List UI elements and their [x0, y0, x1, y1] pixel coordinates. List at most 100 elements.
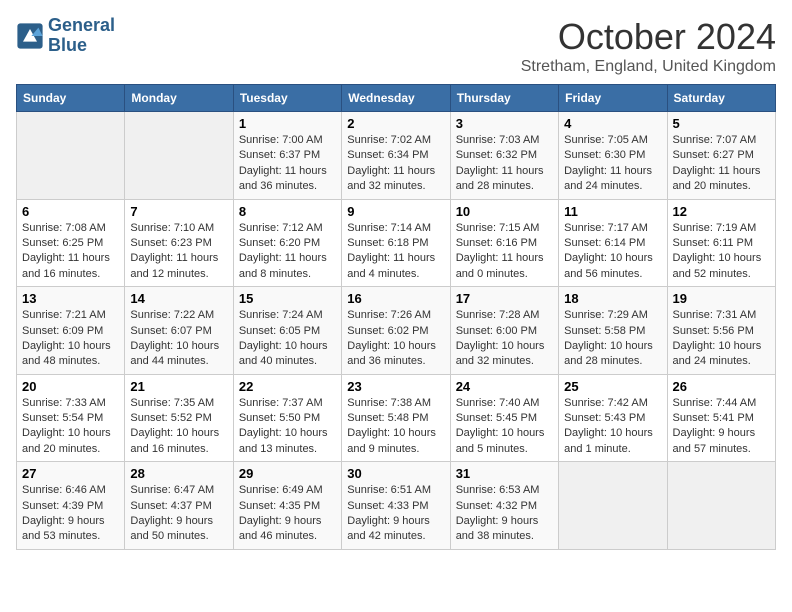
day-number: 25 — [564, 379, 661, 394]
day-number: 29 — [239, 466, 336, 481]
calendar-cell: 4 Sunrise: 7:05 AM Sunset: 6:30 PM Daylig… — [559, 112, 667, 200]
day-info: Sunrise: 7:02 AM Sunset: 6:34 PM Dayligh… — [347, 133, 444, 195]
day-number: 11 — [564, 204, 661, 219]
day-info: Sunrise: 7:35 AM Sunset: 5:52 PM Dayligh… — [130, 396, 227, 458]
day-info: Sunrise: 7:17 AM Sunset: 6:14 PM Dayligh… — [564, 221, 661, 283]
header-friday: Friday — [559, 85, 667, 112]
calendar-cell: 13 Sunrise: 7:21 AM Sunset: 6:09 PM Dayli… — [17, 287, 125, 375]
calendar-cell: 31 Sunrise: 6:53 AM Sunset: 4:32 PM Dayli… — [450, 462, 558, 550]
header-tuesday: Tuesday — [233, 85, 341, 112]
logo-line2: Blue — [48, 36, 115, 56]
calendar-cell: 9Sunrise: 7:14 AM Sunset: 6:18 PM Daylig… — [342, 199, 450, 287]
calendar-body: 1Sunrise: 7:00 AM Sunset: 6:37 PM Daylig… — [17, 112, 776, 550]
header-wednesday: Wednesday — [342, 85, 450, 112]
calendar-cell: 21Sunrise: 7:35 AM Sunset: 5:52 PM Dayli… — [125, 374, 233, 462]
day-info: Sunrise: 7:44 AM Sunset: 5:41 PM Dayligh… — [673, 396, 770, 458]
day-number: 17 — [456, 291, 553, 306]
header-monday: Monday — [125, 85, 233, 112]
day-number: 16 — [347, 291, 444, 306]
day-number: 10 — [456, 204, 553, 219]
header-saturday: Saturday — [667, 85, 775, 112]
day-number: 15 — [239, 291, 336, 306]
day-number: 20 — [22, 379, 119, 394]
calendar-cell: 22 Sunrise: 7:37 AM Sunset: 5:50 PM Dayli… — [233, 374, 341, 462]
day-number: 18 — [564, 291, 661, 306]
calendar-cell: 5 Sunrise: 7:07 AM Sunset: 6:27 PM Daylig… — [667, 112, 775, 200]
calendar-cell: 3 Sunrise: 7:03 AM Sunset: 6:32 PM Daylig… — [450, 112, 558, 200]
calendar-week-2: 6Sunrise: 7:08 AM Sunset: 6:25 PM Daylig… — [17, 199, 776, 287]
day-info: Sunrise: 7:19 AM Sunset: 6:11 PM Dayligh… — [673, 221, 770, 283]
header-sunday: Sunday — [17, 85, 125, 112]
day-number: 7 — [130, 204, 227, 219]
calendar-table: SundayMondayTuesdayWednesdayThursdayFrid… — [16, 84, 776, 550]
calendar-cell — [559, 462, 667, 550]
day-info: Sunrise: 6:53 AM Sunset: 4:32 PM Dayligh… — [456, 483, 553, 545]
day-info: Sunrise: 6:51 AM Sunset: 4:33 PM Dayligh… — [347, 483, 444, 545]
day-info: Sunrise: 7:40 AM Sunset: 5:45 PM Dayligh… — [456, 396, 553, 458]
calendar-cell: 30 Sunrise: 6:51 AM Sunset: 4:33 PM Dayli… — [342, 462, 450, 550]
day-info: Sunrise: 7:33 AM Sunset: 5:54 PM Dayligh… — [22, 396, 119, 458]
calendar-cell: 20 Sunrise: 7:33 AM Sunset: 5:54 PM Dayli… — [17, 374, 125, 462]
day-number: 19 — [673, 291, 770, 306]
day-info: Sunrise: 7:08 AM Sunset: 6:25 PM Dayligh… — [22, 221, 119, 283]
logo: General Blue — [16, 16, 115, 56]
day-number: 22 — [239, 379, 336, 394]
calendar-cell: 1Sunrise: 7:00 AM Sunset: 6:37 PM Daylig… — [233, 112, 341, 200]
day-info: Sunrise: 7:21 AM Sunset: 6:09 PM Dayligh… — [22, 308, 119, 370]
day-info: Sunrise: 7:03 AM Sunset: 6:32 PM Dayligh… — [456, 133, 553, 195]
day-info: Sunrise: 7:38 AM Sunset: 5:48 PM Dayligh… — [347, 396, 444, 458]
day-number: 4 — [564, 116, 661, 131]
day-info: Sunrise: 7:28 AM Sunset: 6:00 PM Dayligh… — [456, 308, 553, 370]
location: Stretham, England, United Kingdom — [521, 58, 776, 76]
day-number: 24 — [456, 379, 553, 394]
day-info: Sunrise: 6:49 AM Sunset: 4:35 PM Dayligh… — [239, 483, 336, 545]
day-info: Sunrise: 7:22 AM Sunset: 6:07 PM Dayligh… — [130, 308, 227, 370]
calendar-cell: 7Sunrise: 7:10 AM Sunset: 6:23 PM Daylig… — [125, 199, 233, 287]
day-number: 5 — [673, 116, 770, 131]
logo-line1: General — [48, 16, 115, 36]
day-number: 3 — [456, 116, 553, 131]
calendar-cell: 23Sunrise: 7:38 AM Sunset: 5:48 PM Dayli… — [342, 374, 450, 462]
day-info: Sunrise: 7:05 AM Sunset: 6:30 PM Dayligh… — [564, 133, 661, 195]
day-number: 28 — [130, 466, 227, 481]
calendar-week-1: 1Sunrise: 7:00 AM Sunset: 6:37 PM Daylig… — [17, 112, 776, 200]
day-info: Sunrise: 7:07 AM Sunset: 6:27 PM Dayligh… — [673, 133, 770, 195]
logo-icon — [16, 22, 44, 50]
day-info: Sunrise: 7:24 AM Sunset: 6:05 PM Dayligh… — [239, 308, 336, 370]
day-info: Sunrise: 7:00 AM Sunset: 6:37 PM Dayligh… — [239, 133, 336, 195]
calendar-cell: 17 Sunrise: 7:28 AM Sunset: 6:00 PM Dayli… — [450, 287, 558, 375]
day-number: 26 — [673, 379, 770, 394]
day-number: 2 — [347, 116, 444, 131]
calendar-cell: 16 Sunrise: 7:26 AM Sunset: 6:02 PM Dayli… — [342, 287, 450, 375]
calendar-cell: 12Sunrise: 7:19 AM Sunset: 6:11 PM Dayli… — [667, 199, 775, 287]
day-info: Sunrise: 7:12 AM Sunset: 6:20 PM Dayligh… — [239, 221, 336, 283]
day-info: Sunrise: 6:47 AM Sunset: 4:37 PM Dayligh… — [130, 483, 227, 545]
day-info: Sunrise: 7:15 AM Sunset: 6:16 PM Dayligh… — [456, 221, 553, 283]
day-info: Sunrise: 7:42 AM Sunset: 5:43 PM Dayligh… — [564, 396, 661, 458]
day-info: Sunrise: 7:31 AM Sunset: 5:56 PM Dayligh… — [673, 308, 770, 370]
month-title: October 2024 — [521, 16, 776, 58]
calendar-cell: 6Sunrise: 7:08 AM Sunset: 6:25 PM Daylig… — [17, 199, 125, 287]
calendar-cell: 10 Sunrise: 7:15 AM Sunset: 6:16 PM Dayli… — [450, 199, 558, 287]
day-number: 14 — [130, 291, 227, 306]
day-number: 31 — [456, 466, 553, 481]
day-number: 13 — [22, 291, 119, 306]
calendar-cell: 29 Sunrise: 6:49 AM Sunset: 4:35 PM Dayli… — [233, 462, 341, 550]
calendar-cell: 11 Sunrise: 7:17 AM Sunset: 6:14 PM Dayli… — [559, 199, 667, 287]
day-info: Sunrise: 7:26 AM Sunset: 6:02 PM Dayligh… — [347, 308, 444, 370]
calendar-cell — [667, 462, 775, 550]
header-thursday: Thursday — [450, 85, 558, 112]
day-info: Sunrise: 7:37 AM Sunset: 5:50 PM Dayligh… — [239, 396, 336, 458]
day-info: Sunrise: 7:14 AM Sunset: 6:18 PM Dayligh… — [347, 221, 444, 283]
calendar-cell: 27 Sunrise: 6:46 AM Sunset: 4:39 PM Dayli… — [17, 462, 125, 550]
calendar-cell: 24 Sunrise: 7:40 AM Sunset: 5:45 PM Dayli… — [450, 374, 558, 462]
day-number: 27 — [22, 466, 119, 481]
calendar-cell — [17, 112, 125, 200]
day-number: 30 — [347, 466, 444, 481]
calendar-cell — [125, 112, 233, 200]
day-number: 8 — [239, 204, 336, 219]
calendar-header-row: SundayMondayTuesdayWednesdayThursdayFrid… — [17, 85, 776, 112]
calendar-week-3: 13 Sunrise: 7:21 AM Sunset: 6:09 PM Dayli… — [17, 287, 776, 375]
calendar-cell: 2 Sunrise: 7:02 AM Sunset: 6:34 PM Daylig… — [342, 112, 450, 200]
day-info: Sunrise: 6:46 AM Sunset: 4:39 PM Dayligh… — [22, 483, 119, 545]
